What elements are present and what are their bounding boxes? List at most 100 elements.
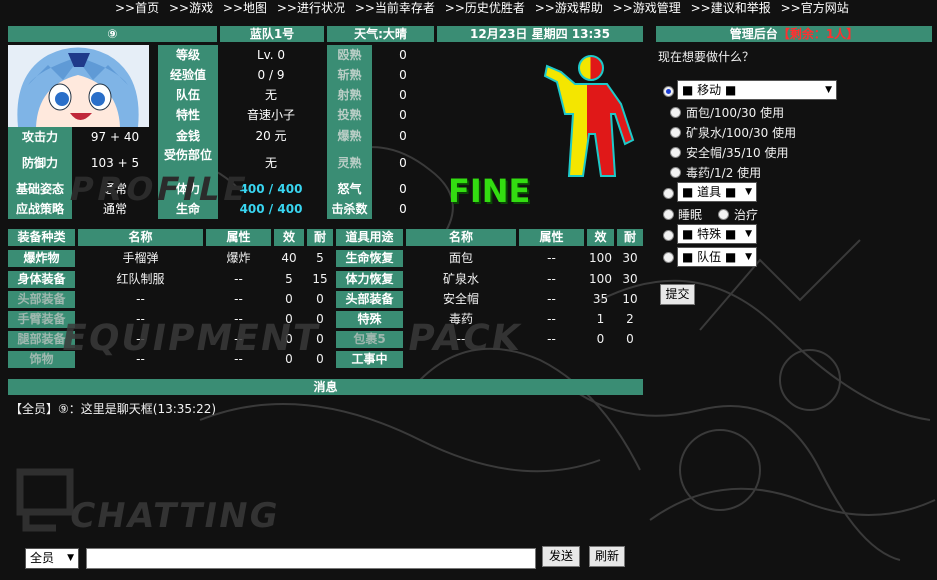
team-radio[interactable] xyxy=(663,252,674,263)
status-word: FINE xyxy=(448,172,531,210)
sleep-radio[interactable] xyxy=(663,209,674,220)
skill-value-spirit: 0 xyxy=(399,156,407,170)
use-item-radio[interactable] xyxy=(670,167,681,178)
equip-col-eff: 效 xyxy=(274,229,304,246)
nav-admin[interactable]: >>游戏管理 xyxy=(613,1,681,15)
money-label: 金钱 xyxy=(158,125,218,147)
special-radio[interactable] xyxy=(663,230,674,241)
exp-label: 经验值 xyxy=(158,65,218,85)
nav-official-site[interactable]: >>官方网站 xyxy=(781,1,849,15)
skill-label-slash: 斩熟 xyxy=(327,65,372,85)
item-use: 头部装备 xyxy=(336,291,403,308)
send-button[interactable]: 发送 xyxy=(542,546,580,567)
nav-map[interactable]: >>地图 xyxy=(223,1,267,15)
equip-attr: -- xyxy=(234,292,243,306)
item-attr: -- xyxy=(547,251,556,265)
exp-value: 0 / 9 xyxy=(257,68,285,82)
use-item-label: 安全帽/35/10 使用 xyxy=(686,146,789,160)
weather: 天气:大晴 xyxy=(327,26,434,42)
move-radio[interactable] xyxy=(663,86,674,97)
item-select[interactable]: ■ 道具 ■ ▼ xyxy=(677,182,757,202)
admin-title: 管理后台 xyxy=(729,27,778,41)
nav-home[interactable]: >>首页 xyxy=(115,1,159,15)
nav-survivors[interactable]: >>当前幸存者 xyxy=(355,1,435,15)
submit-button[interactable]: 提交 xyxy=(660,284,695,305)
kills-label: 击杀数 xyxy=(327,199,372,219)
trait-value: 音速小子 xyxy=(246,108,295,122)
level-label: 等级 xyxy=(158,45,218,65)
chevron-down-icon: ▼ xyxy=(67,553,74,563)
strategy-label: 应战策略 xyxy=(8,199,72,219)
item-col-eff: 效 xyxy=(587,229,614,246)
admin-header: 管理后台【剩余：1人】 xyxy=(656,26,932,42)
equip-name: -- xyxy=(136,292,145,306)
use-item-radio[interactable] xyxy=(670,147,681,158)
special-select-value: ■ 特殊 ■ xyxy=(682,227,737,241)
item-attr: -- xyxy=(547,272,556,286)
use-item-radio[interactable] xyxy=(670,107,681,118)
item-attr: -- xyxy=(547,292,556,306)
refresh-button[interactable]: 刷新 xyxy=(589,546,625,567)
item-dur: 2 xyxy=(626,312,634,326)
item-use: 工事中 xyxy=(336,351,403,368)
skill-value-throw: 0 xyxy=(399,108,407,122)
move-select[interactable]: ■ 移动 ■ ▼ xyxy=(677,80,837,100)
equip-eff: 40 xyxy=(281,251,297,265)
avatar xyxy=(8,45,149,127)
chat-channel-select[interactable]: 全员 ▼ xyxy=(25,548,79,569)
item-radio[interactable] xyxy=(663,188,674,199)
rage-label: 怒气 xyxy=(327,179,372,199)
survivor-count: 剩余：1人 xyxy=(789,27,847,41)
equip-name: 手榴弹 xyxy=(122,251,159,265)
item-attr: -- xyxy=(547,332,556,346)
profile-watermark: PROFILE xyxy=(65,170,254,208)
item-name: 面包 xyxy=(448,251,473,265)
nav-progress[interactable]: >>进行状况 xyxy=(277,1,345,15)
item-name: 安全帽 xyxy=(442,292,479,306)
heal-radio[interactable] xyxy=(718,209,729,220)
equip-dur: 0 xyxy=(316,292,324,306)
defense-label: 防御力 xyxy=(8,147,72,179)
move-select-value: ■ 移动 ■ xyxy=(682,83,737,97)
skill-value-shoot: 0 xyxy=(399,88,407,102)
item-dur: 10 xyxy=(622,292,638,306)
nav-game[interactable]: >>游戏 xyxy=(169,1,213,15)
equip-dur: 5 xyxy=(316,251,324,265)
avatar-art xyxy=(8,45,149,127)
rage-value: 0 xyxy=(399,182,407,196)
equip-col-slot: 装备种类 xyxy=(8,229,75,246)
equip-name: 红队制服 xyxy=(116,272,165,286)
use-item-radio[interactable] xyxy=(670,127,681,138)
party-label: 队伍 xyxy=(158,85,218,105)
item-col-dur: 耐 xyxy=(617,229,643,246)
item-use: 包裹5 xyxy=(336,331,403,348)
item-use: 生命恢复 xyxy=(336,250,403,267)
nav-feedback[interactable]: >>建议和举报 xyxy=(691,1,771,15)
equip-col-attr: 属性 xyxy=(206,229,271,246)
item-eff: 1 xyxy=(596,312,605,326)
special-select[interactable]: ■ 特殊 ■ ▼ xyxy=(677,224,757,244)
item-dur: 30 xyxy=(622,251,638,265)
item-col-name: 名称 xyxy=(406,229,516,246)
equip-attr: 爆炸 xyxy=(226,251,251,265)
item-col-use: 道具用途 xyxy=(336,229,403,246)
equip-col-dur: 耐 xyxy=(307,229,333,246)
skill-label-shoot: 射熟 xyxy=(327,85,372,105)
equip-dur: 15 xyxy=(312,272,328,286)
equip-col-name: 名称 xyxy=(78,229,203,246)
item-col-attr: 属性 xyxy=(519,229,584,246)
chevron-down-icon: ▼ xyxy=(825,85,832,95)
chat-input[interactable] xyxy=(86,548,536,569)
nav-help[interactable]: >>游戏帮助 xyxy=(535,1,603,15)
nav-winners[interactable]: >>历史优胜者 xyxy=(445,1,525,15)
team-select[interactable]: ■ 队伍 ■ ▼ xyxy=(677,247,757,267)
skill-value-blunt: 0 xyxy=(399,48,407,62)
health-figure-icon xyxy=(543,55,635,177)
item-select-value: ■ 道具 ■ xyxy=(682,185,737,199)
equip-eff: 5 xyxy=(285,272,293,286)
message-line: 【全员】⑨：这里是聊天框(13:35:22) xyxy=(10,402,217,416)
stance-label: 基础姿态 xyxy=(8,179,72,199)
money-value: 20 元 xyxy=(255,129,287,143)
equip-slot: 身体装备 xyxy=(8,271,75,288)
item-dur: 0 xyxy=(626,332,634,346)
